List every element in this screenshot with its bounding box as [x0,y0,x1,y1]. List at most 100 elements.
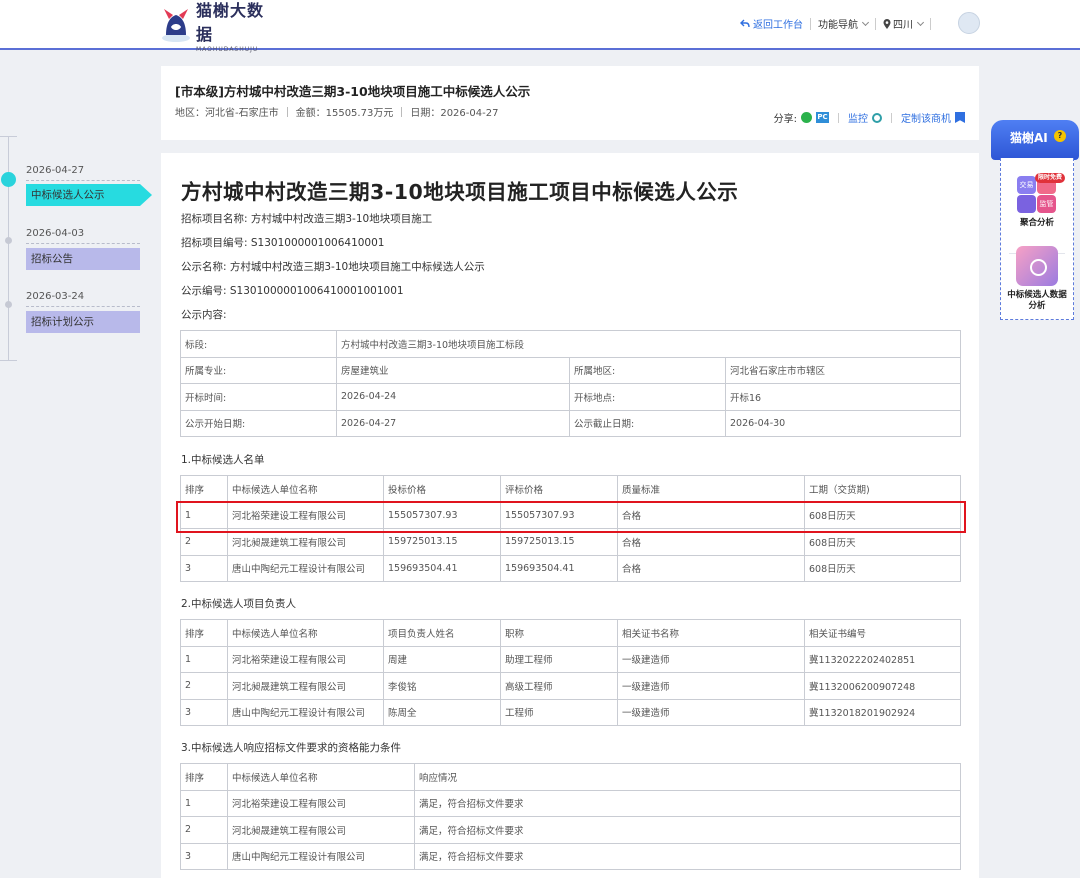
custom-opportunity-link[interactable]: 定制该商机 [901,110,951,125]
column-header: 中标候选人单位名称 [227,763,415,791]
table-cell: 开标16 [724,383,962,411]
summary-title: [市本级]方村城中村改造三期3-10地块项目施工中标候选人公示 [175,84,531,99]
share-bar: 分享: PC 监控 定制该商机 [774,110,965,125]
table-cell: 助理工程师 [500,645,618,673]
timeline-dot [5,237,12,244]
function-nav-dropdown[interactable]: 功能导航 [818,16,870,31]
region-text: 地区：河北省-石家庄市 [175,108,279,119]
supervision-icon: 监管 [1037,195,1056,213]
table-cell: 2026-04-27 [336,409,570,437]
candidate-analysis-label: 中标候选人数据分析 [1007,290,1067,311]
table-header-row: 排序 中标候选人单位名称 项目负责人姓名 职称 相关证书名称 相关证书编号 [180,619,961,647]
info-table: 标段: 方村城中村改造三期3-10地块项目施工标段 所属专业: 房屋建筑业 所属… [180,330,962,437]
table-cell: 河北昶晟建筑工程有限公司 [227,528,384,556]
table-row: 1 河北裕荣建设工程有限公司 满足，符合招标文件要求 [180,789,961,817]
table-cell: 满足，符合招标文件要求 [414,816,961,844]
column-header: 相关证书名称 [617,619,805,647]
table-cell: 河北昶晟建筑工程有限公司 [227,672,384,700]
pc-share-icon[interactable]: PC [816,112,829,123]
table-cell: 2026-04-24 [336,383,570,411]
monitor-icon[interactable] [872,112,882,123]
aggregate-analysis-icon: 交易 监管 限时免费 [1015,172,1066,214]
monitor-link[interactable]: 监控 [848,110,868,125]
function-nav-label: 功能导航 [818,20,858,31]
table-cell: 河北昶晟建筑工程有限公司 [227,816,415,844]
column-header: 相关证书编号 [804,619,961,647]
table-cell: 河北省石家庄市市辖区 [724,356,962,384]
meta-divider [286,106,288,117]
timeline-item-award-candidates[interactable]: 中标候选人公示 [26,184,152,206]
bookmark-icon[interactable] [955,112,965,123]
project-leaders-table: 排序 中标候选人单位名称 项目负责人姓名 职称 相关证书名称 相关证书编号 1 … [180,619,961,726]
chevron-down-icon [916,18,925,26]
table-row: 开标时间: 2026-04-24 开标地点: 开标16 [180,383,962,411]
table-cell: 开标地点: [569,383,726,411]
table-row: 2 河北昶晟建筑工程有限公司 满足，符合招标文件要求 [180,816,961,844]
ai-panel-body: 交易 监管 限时免费 聚合分析 中标候选人数据分析 [1000,158,1074,320]
table-cell: 公示截止日期: [569,409,726,437]
user-avatar[interactable] [958,12,980,34]
section-title-project-leaders: 2.中标候选人项目负责人 [181,598,297,610]
logo[interactable]: 猫榭大数据 MAOHUDASHUJU [160,1,270,53]
table-cell: 155057307.93 [383,501,501,529]
amount-text: 金额：15505.73万元 [295,108,394,119]
column-header: 排序 [180,763,228,791]
table-row: 标段: 方村城中村改造三期3-10地块项目施工标段 [180,330,962,358]
timeline-item-tender-notice[interactable]: 招标公告 [26,248,140,270]
summary-meta: 地区：河北省-石家庄市 金额：15505.73万元 日期：2026-04-27 [175,104,498,119]
document-title: 方村城中村改造三期3-10地块项目施工项目中标候选人公示 [181,180,739,204]
column-header: 职称 [500,619,618,647]
trade-icon: 交易 [1017,176,1036,194]
tile-icon [1017,195,1036,213]
table-cell: 3 [180,842,228,870]
candidate-analysis-icon [1016,246,1058,286]
region-dropdown[interactable]: 四川 [883,16,925,31]
timeline-divider [26,306,140,307]
location-pin-icon [883,18,891,29]
aggregate-analysis-card[interactable]: 交易 监管 限时免费 聚合分析 [1001,172,1073,229]
table-cell: 2 [180,528,228,556]
table-cell: 冀1132018201902924 [804,698,961,726]
timeline-dot-active [1,172,16,187]
table-cell: 608日历天 [804,528,961,556]
table-cell: 李俊铭 [383,672,501,700]
table-cell: 高级工程师 [500,672,618,700]
ai-panel-header[interactable]: 猫榭AI ? [991,120,1079,160]
notice-number-field: 公示编号: S1301000001006410001001001 [181,285,404,297]
timeline-date: 2026-04-27 [26,165,85,176]
nav-divider [930,17,931,30]
top-bar: 猫榭大数据 MAOHUDASHUJU 返回工作台 功能导航 四川 [0,0,1080,53]
return-arrow-icon [740,19,750,28]
table-cell: 2 [180,816,228,844]
table-cell: 159725013.15 [500,528,618,556]
meta-divider [401,106,403,117]
table-cell: 所属专业: [180,356,337,384]
candidates-table: 排序 中标候选人单位名称 投标价格 评标价格 质量标准 工期（交货期) 1 河北… [180,475,961,582]
table-cell: 608日历天 [804,501,961,529]
column-header: 评标价格 [500,475,618,503]
table-cell: 河北裕荣建设工程有限公司 [227,789,415,817]
column-header: 排序 [180,619,228,647]
project-number-field: 招标项目编号: S1301000001006410001 [181,237,385,249]
back-to-workbench-link[interactable]: 返回工作台 [740,16,803,31]
table-cell: 河北裕荣建设工程有限公司 [227,645,384,673]
table-cell: 唐山中陶纪元工程设计有限公司 [227,698,384,726]
table-header-row: 排序 中标候选人单位名称 响应情况 [180,763,961,791]
candidate-data-analysis-card[interactable]: 中标候选人数据分析 [1001,246,1073,312]
chevron-down-icon [861,18,870,26]
table-cell: 所属地区: [569,356,726,384]
table-cell: 一级建造师 [617,645,805,673]
share-divider [838,112,839,123]
table-cell: 冀1132022202402851 [804,645,961,673]
table-row: 1 河北裕荣建设工程有限公司 155057307.93 155057307.93… [180,501,961,529]
table-cell: 唐山中陶纪元工程设计有限公司 [227,842,415,870]
timeline-item-tender-plan[interactable]: 招标计划公示 [26,311,140,333]
share-divider [891,112,892,123]
table-row: 2 河北昶晟建筑工程有限公司 李俊铭 高级工程师 一级建造师 冀11320062… [180,672,961,700]
ai-panel-title: 猫榭AI [1010,131,1048,145]
logo-subtitle: MAOHUDASHUJU [196,46,259,53]
wechat-share-icon[interactable] [801,112,812,123]
region-label: 四川 [893,20,913,31]
table-cell: 155057307.93 [500,501,618,529]
help-icon[interactable]: ? [1054,130,1066,142]
